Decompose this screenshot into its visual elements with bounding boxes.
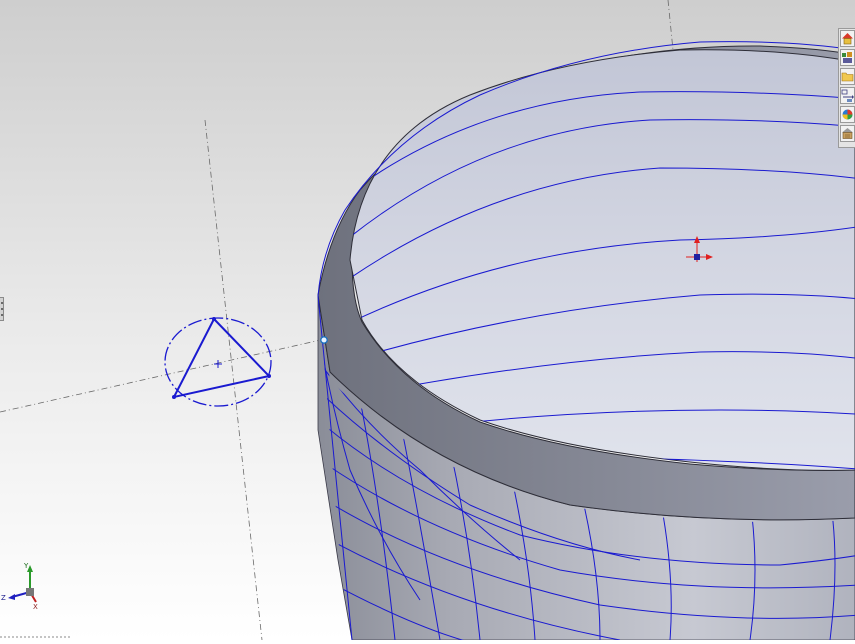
grip-dot xyxy=(1,308,3,310)
view-palette-icon[interactable] xyxy=(840,87,855,104)
design-library-icon[interactable] xyxy=(840,49,855,66)
model-view[interactable]: Y Z X xyxy=(0,0,855,641)
triad-z-label: Z xyxy=(1,594,6,602)
triad-y-label: Y xyxy=(23,562,29,570)
home-icon[interactable] xyxy=(840,30,855,47)
appearances-icon[interactable] xyxy=(840,106,855,123)
task-pane-tabs xyxy=(838,28,855,148)
triad-origin xyxy=(26,588,34,596)
custom-properties-icon[interactable] xyxy=(840,125,855,142)
grip-dot xyxy=(1,302,3,304)
file-explorer-icon[interactable] xyxy=(840,68,855,85)
sketch-point[interactable] xyxy=(320,336,328,344)
triangle-vertex-right xyxy=(267,374,271,378)
panel-collapse-handle[interactable] xyxy=(0,297,4,321)
graphics-viewport[interactable]: Y Z X xyxy=(0,0,855,641)
triangle-vertex-left xyxy=(172,395,176,399)
grip-dot xyxy=(1,314,3,316)
triad-x-label: X xyxy=(33,603,38,611)
triangle-vertex-top xyxy=(212,317,216,321)
